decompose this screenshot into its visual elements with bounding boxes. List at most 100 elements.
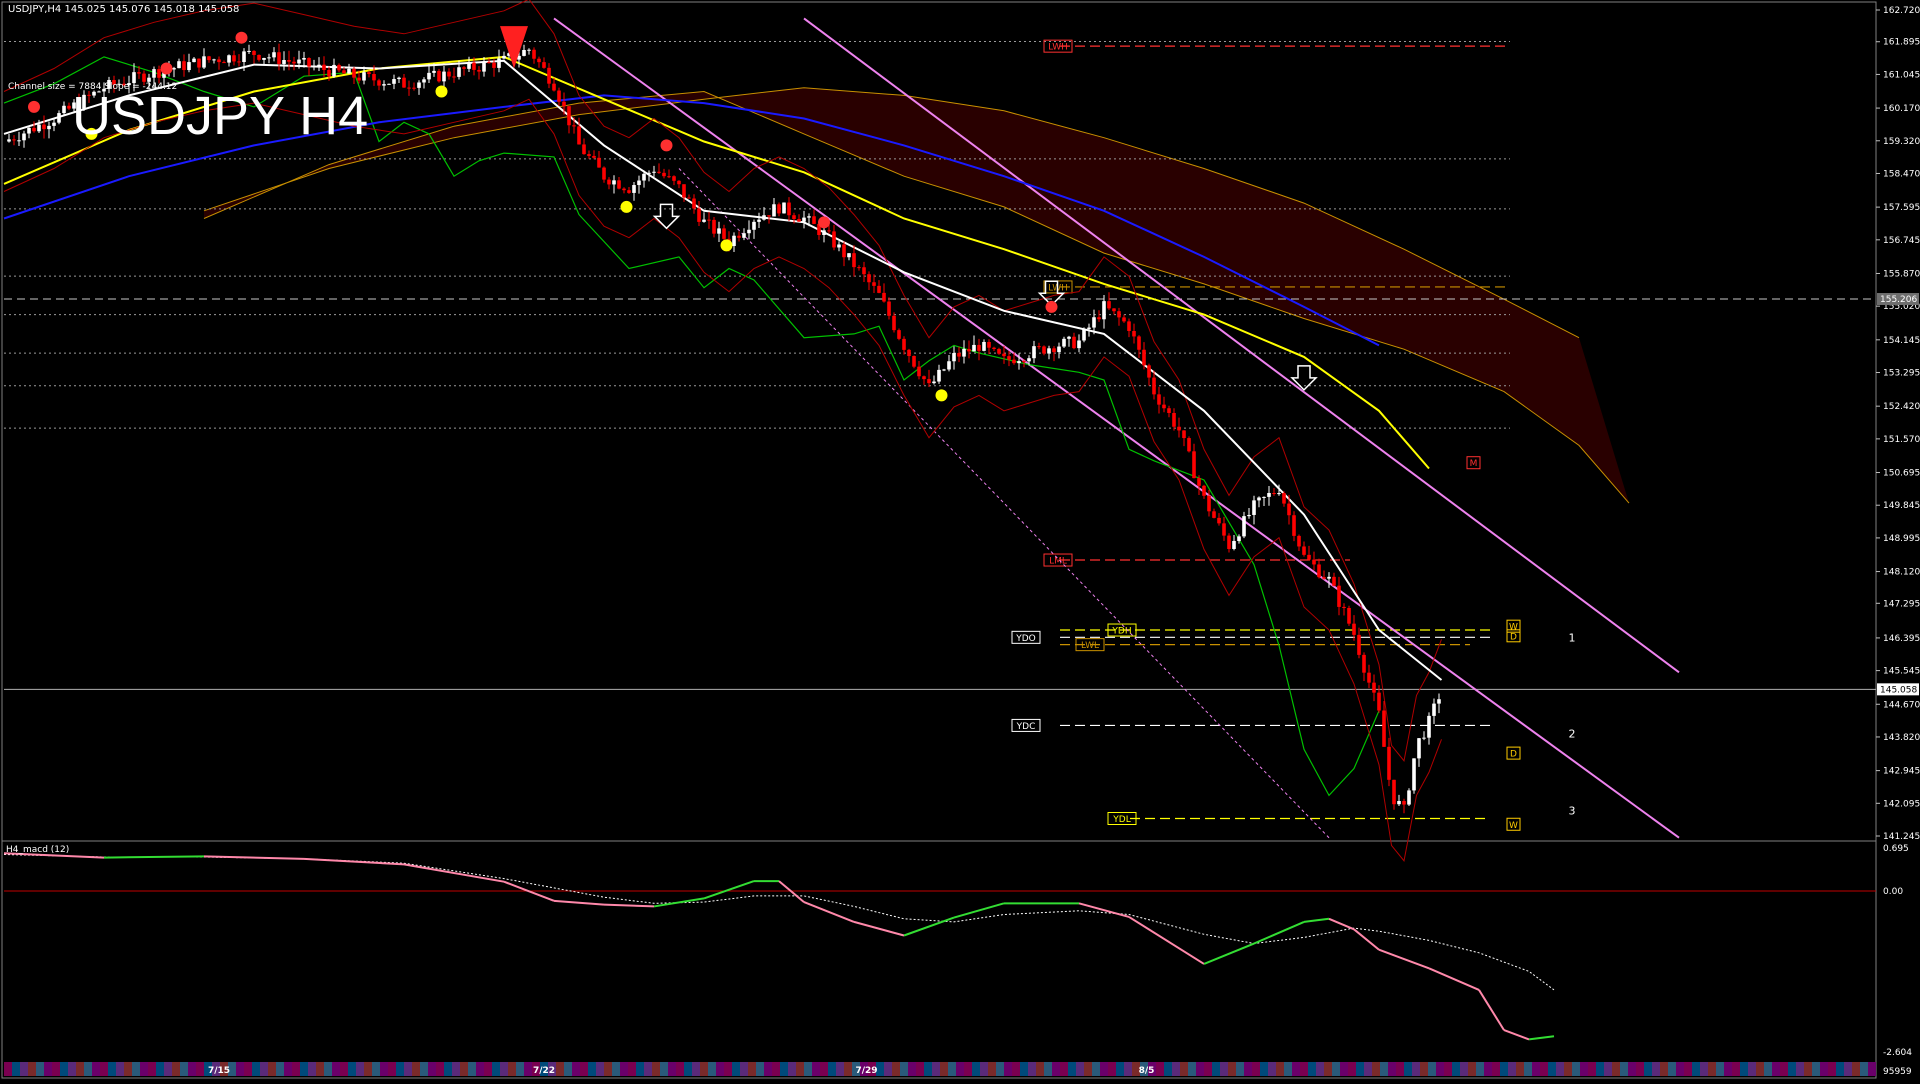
candle-body xyxy=(497,58,501,68)
fractal-ball-icon xyxy=(160,62,173,75)
candle-body xyxy=(1057,346,1061,353)
fractal-ball-icon xyxy=(28,100,40,113)
time-bar-stripe xyxy=(1364,1062,1372,1076)
time-bar-stripe xyxy=(1380,1062,1388,1076)
time-bar-stripe xyxy=(1420,1062,1428,1076)
candle-body xyxy=(1027,358,1031,362)
time-bar-stripe xyxy=(1428,1062,1436,1076)
price-tick-label: 161.045 xyxy=(1883,70,1920,80)
time-bar-stripe xyxy=(564,1062,572,1076)
candle-body xyxy=(1177,426,1181,431)
candle-body xyxy=(947,361,951,370)
candle-body xyxy=(292,61,296,64)
candle-body xyxy=(892,315,896,331)
candle-body xyxy=(442,71,446,82)
time-bar-stripe xyxy=(1500,1062,1508,1076)
candle-body xyxy=(477,69,481,72)
time-bar-stripe xyxy=(1220,1062,1228,1076)
time-bar-stripe xyxy=(1276,1062,1284,1076)
candle-body xyxy=(1277,493,1281,495)
price-tick-label: 160.170 xyxy=(1883,104,1920,114)
time-bar-stripe xyxy=(596,1062,604,1076)
candle-body xyxy=(772,204,776,217)
candle-body xyxy=(1117,311,1121,318)
price-tick-label: 142.945 xyxy=(1883,767,1920,777)
time-bar-stripe xyxy=(140,1062,148,1076)
time-bar-stripe xyxy=(300,1062,308,1076)
price-chart-svg[interactable]: LWHLWHLMLYDHYDOLWLYDCYDL WDDWM123 162.72… xyxy=(0,0,1920,1080)
time-bar-stripe xyxy=(484,1062,492,1076)
candle-body xyxy=(1262,496,1266,498)
time-bar-stripe xyxy=(1108,1062,1116,1076)
time-bar-stripe xyxy=(452,1062,460,1076)
candle-body xyxy=(1162,404,1166,409)
period-tag-label: M xyxy=(1470,459,1478,469)
macd-line-segment xyxy=(1478,989,1505,1031)
candle-body xyxy=(1272,492,1276,494)
time-bar-stripe xyxy=(420,1062,428,1076)
candle-body xyxy=(282,60,286,64)
time-bar-stripe xyxy=(820,1062,828,1076)
macd-title: H4_macd (12) xyxy=(6,845,69,855)
time-bar-stripe xyxy=(1308,1062,1316,1076)
time-bar-stripe xyxy=(1020,1062,1028,1076)
candle-body xyxy=(1297,535,1301,547)
time-bar-stripe xyxy=(1468,1062,1476,1076)
time-bar-stripe xyxy=(1844,1062,1852,1076)
candle-body xyxy=(1352,623,1356,635)
candle-body xyxy=(842,244,846,258)
candle-body xyxy=(1102,301,1106,320)
candle-body xyxy=(467,62,471,69)
candle-body xyxy=(272,52,276,58)
candle-body xyxy=(297,59,301,64)
candle-body xyxy=(152,69,156,78)
time-bar-stripe xyxy=(1332,1062,1340,1076)
candle-body xyxy=(527,49,531,51)
candle-body xyxy=(707,219,711,221)
time-bar-stripe xyxy=(244,1062,252,1076)
candle-body xyxy=(482,62,486,72)
symbol-watermark-title: USDJPY H4 xyxy=(72,86,368,146)
candle-body xyxy=(1142,349,1146,366)
candle-body xyxy=(172,68,176,70)
candle-body xyxy=(302,58,306,60)
period-tag-label: D xyxy=(1510,632,1517,642)
candle-body xyxy=(1212,511,1216,518)
candle-body xyxy=(942,369,946,371)
time-bar-stripe xyxy=(364,1062,372,1076)
candle-body xyxy=(207,56,211,61)
macd-line-segment xyxy=(853,920,905,937)
time-bar-stripe xyxy=(1636,1062,1644,1076)
price-tick-label: 154.145 xyxy=(1883,336,1920,346)
candle-body xyxy=(612,180,616,185)
candle-body xyxy=(967,348,971,352)
candle-body xyxy=(932,381,936,384)
time-bar-stripe xyxy=(1812,1062,1820,1076)
candle-body xyxy=(1097,317,1101,320)
price-tick-label: 148.995 xyxy=(1883,534,1920,544)
candle-body xyxy=(1392,779,1396,805)
time-bar-stripe xyxy=(428,1062,436,1076)
time-bar-stripe xyxy=(460,1062,468,1076)
price-tag-label: 145.058 xyxy=(1880,685,1917,695)
candle-body xyxy=(1017,361,1021,364)
time-bar-stripe xyxy=(780,1062,788,1076)
candle-body xyxy=(37,124,41,132)
candle-body xyxy=(1327,576,1331,579)
time-bar-stripe xyxy=(1196,1062,1204,1076)
time-bar-stripe xyxy=(1796,1062,1804,1076)
macd-line-segment xyxy=(603,903,655,908)
price-tick-label: 148.120 xyxy=(1883,568,1920,578)
chart-root[interactable]: LWH LWH LML YDH YDO LWL YDC YDL WDDWM123 162.72… xyxy=(0,0,1920,1080)
time-bar-stripe xyxy=(492,1062,500,1076)
time-bar-stripe xyxy=(1244,1062,1252,1076)
time-bar-stripe xyxy=(60,1062,68,1076)
candle-body xyxy=(1367,672,1371,683)
time-bar-stripe xyxy=(1780,1062,1788,1076)
candle-body xyxy=(1077,340,1081,349)
level-tag-lwh-0: LWH xyxy=(1048,43,1068,53)
candle-body xyxy=(1407,790,1411,805)
candle-body xyxy=(1202,485,1206,496)
candle-body xyxy=(717,228,721,234)
candle-body xyxy=(907,349,911,357)
